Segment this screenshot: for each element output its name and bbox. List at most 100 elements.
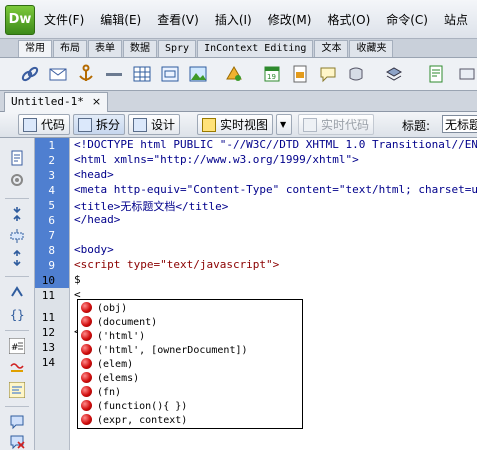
- split-view-icon: [78, 117, 92, 132]
- code-hint-label: ('html', [ownerDocument]): [97, 345, 248, 356]
- line-number: 6: [48, 214, 55, 227]
- menu-format[interactable]: 格式(O): [327, 11, 370, 28]
- live-view-dropdown[interactable]: ▼: [276, 114, 292, 135]
- document-tab-label: Untitled-1*: [11, 95, 84, 108]
- insert-tab-favorites[interactable]: 收藏夹: [349, 40, 394, 57]
- server-side-include-icon[interactable]: [290, 64, 310, 84]
- code-hint-item[interactable]: (obj): [81, 302, 127, 316]
- line-number: 9: [48, 259, 55, 272]
- code-view-button[interactable]: 代码: [18, 114, 71, 135]
- syntax-coloring-icon[interactable]: [9, 382, 25, 398]
- toolbar-divider: [5, 330, 29, 331]
- title-input[interactable]: 无标题文档: [442, 115, 477, 133]
- insert-tab-forms[interactable]: 表单: [88, 40, 122, 57]
- ruby-icon: [81, 358, 92, 369]
- code-view-icon: [23, 117, 37, 132]
- svg-text:19: 19: [267, 73, 276, 81]
- code-hint-label: (elems): [97, 373, 140, 384]
- media-icon[interactable]: [224, 64, 244, 84]
- document-tab[interactable]: Untitled-1* ×: [4, 92, 109, 112]
- highlight-invalid-code-icon[interactable]: [9, 360, 25, 376]
- apply-comment-icon[interactable]: [9, 414, 25, 430]
- code-hint-label: (function(){ }): [97, 401, 188, 412]
- design-view-label: 设计: [151, 118, 176, 132]
- live-view-icon: [202, 117, 216, 132]
- line-number: 8: [48, 244, 55, 257]
- code-hint-item[interactable]: ('html'): [81, 330, 145, 344]
- table-icon[interactable]: [132, 64, 152, 84]
- insert-tab-common[interactable]: 常用: [18, 40, 52, 57]
- remove-comment-icon[interactable]: [9, 434, 25, 450]
- menu-file[interactable]: 文件(F): [44, 11, 84, 28]
- insert-tab-incontext[interactable]: InContext Editing: [197, 40, 314, 57]
- code-hint-label: (obj): [97, 303, 128, 314]
- code-hint-item[interactable]: (document): [81, 316, 157, 330]
- svg-text:#: #: [11, 343, 19, 353]
- open-documents-icon[interactable]: [9, 150, 25, 166]
- horizontal-rule-icon[interactable]: [104, 64, 124, 84]
- email-link-icon[interactable]: [48, 64, 68, 84]
- toolbar-divider: [5, 276, 29, 277]
- div-icon[interactable]: [160, 64, 180, 84]
- split-view-button[interactable]: 拆分: [73, 114, 126, 135]
- ruby-icon: [81, 372, 92, 383]
- line-number: 11: [41, 311, 55, 324]
- design-view-icon: [133, 117, 147, 132]
- line-number-gutter: 1 2 3 4 5 6 7 8 9 10 11 11 12 13 14: [35, 138, 70, 450]
- templates-icon[interactable]: [426, 64, 446, 84]
- select-parent-tag-icon[interactable]: [9, 284, 25, 300]
- ruby-icon: [81, 344, 92, 355]
- document-tab-bar: Untitled-1* ×: [0, 91, 477, 112]
- named-anchor-icon[interactable]: [76, 64, 96, 84]
- ruby-icon: [81, 316, 92, 327]
- code-hint-item[interactable]: (function(){ }): [81, 400, 187, 414]
- menu-edit[interactable]: 编辑(E): [100, 11, 141, 28]
- dreamweaver-logo: Dw: [5, 5, 35, 35]
- code-line: </head>: [74, 213, 121, 226]
- date-icon[interactable]: 19: [262, 64, 282, 84]
- head-tag-icon[interactable]: [346, 64, 366, 84]
- show-code-navigator-icon[interactable]: [9, 172, 25, 188]
- tag-chooser-icon[interactable]: [458, 64, 477, 84]
- live-code-button[interactable]: 实时代码: [298, 114, 375, 135]
- insert-tab-text[interactable]: 文本: [314, 40, 349, 57]
- comment-icon[interactable]: [318, 64, 338, 84]
- menu-insert[interactable]: 插入(I): [215, 11, 252, 28]
- code-hint-item[interactable]: ('html', [ownerDocument]): [81, 344, 248, 358]
- code-line: $: [74, 273, 81, 286]
- expand-all-icon[interactable]: [9, 250, 25, 266]
- code-hint-item[interactable]: (expr, context): [81, 414, 187, 428]
- menu-modify[interactable]: 修改(M): [268, 11, 312, 28]
- insert-tab-layout[interactable]: 布局: [53, 40, 87, 57]
- live-view-button[interactable]: 实时视图: [197, 114, 274, 135]
- code-hint-popup: (obj) (document) ('html') ('html', [owne…: [77, 299, 303, 429]
- insert-panel-tabs: 常用 布局 表单 数据 Spry InContext Editing 文本 收藏…: [0, 39, 477, 58]
- code-hint-item[interactable]: (elems): [81, 372, 139, 386]
- collapse-selection-icon[interactable]: [9, 228, 25, 244]
- menu-bar: Dw 文件(F) 编辑(E) 查看(V) 插入(I) 修改(M) 格式(O) 命…: [0, 0, 477, 39]
- code-hint-item[interactable]: (elem): [81, 358, 133, 372]
- menu-list: 文件(F) 编辑(E) 查看(V) 插入(I) 修改(M) 格式(O) 命令(C…: [44, 0, 477, 38]
- code-hint-label: (fn): [97, 387, 122, 398]
- hyperlink-icon[interactable]: [20, 64, 40, 84]
- toolbar-divider: [5, 198, 29, 199]
- code-hint-item[interactable]: (fn): [81, 386, 121, 400]
- insert-tab-data[interactable]: 数据: [123, 40, 157, 57]
- close-icon[interactable]: ×: [92, 95, 101, 108]
- collapse-full-tag-icon[interactable]: [9, 206, 25, 222]
- script-icon[interactable]: [384, 64, 404, 84]
- code-line: <meta http-equiv="Content-Type" content=…: [74, 183, 477, 196]
- chevron-down-icon: ▼: [280, 120, 287, 129]
- live-code-label: 实时代码: [321, 118, 370, 132]
- insert-tab-spry[interactable]: Spry: [158, 40, 197, 57]
- menu-view[interactable]: 查看(V): [157, 11, 199, 28]
- ruby-icon: [81, 330, 92, 341]
- image-icon[interactable]: [188, 64, 208, 84]
- line-number: 3: [48, 169, 55, 182]
- balance-braces-icon[interactable]: {}: [9, 306, 25, 322]
- live-view-label: 实时视图: [220, 118, 269, 132]
- menu-site[interactable]: 站点: [444, 11, 468, 28]
- design-view-button[interactable]: 设计: [128, 114, 181, 135]
- line-numbers-icon[interactable]: #: [9, 338, 25, 354]
- menu-commands[interactable]: 命令(C): [386, 11, 428, 28]
